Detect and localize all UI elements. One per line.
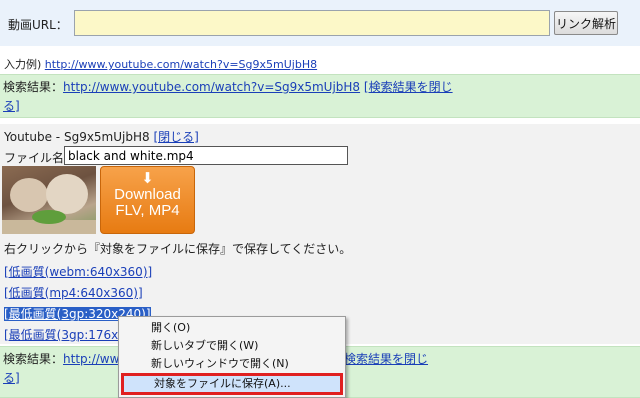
close-result-link[interactable]: 検索結果を閉じ xyxy=(344,350,428,369)
close-detail-link[interactable]: [閉じる] xyxy=(153,130,198,144)
quality-link-row: [最低画質(3gp:176x1 xyxy=(4,326,126,343)
context-menu: 開く(O) 新しいタブで開く(W) 新しいウィンドウで開く(N) 対象をファイル… xyxy=(118,316,346,398)
result-label: 検索結果： xyxy=(3,80,64,94)
url-bar: 動画URL： リンク解析 xyxy=(0,0,640,46)
download-label-1: Download xyxy=(114,186,181,203)
input-example: 入力例) http://www.youtube.com/watch?v=Sg9x… xyxy=(4,56,317,72)
quality-link-row: [低画質(webm:640x360)] xyxy=(4,263,152,280)
close-result-link-cont[interactable]: る] xyxy=(3,97,637,116)
search-result-1: 検索結果：http://www.youtube.com/watch?v=Sg9x… xyxy=(0,74,640,118)
video-id-line: Youtube - Sg9x5mUjbH8 [閉じる] xyxy=(4,128,199,145)
menu-item-open-new-window[interactable]: 新しいウィンドウで開く(N) xyxy=(151,356,289,372)
quality-link-mp4[interactable]: [低画質(mp4:640x360)] xyxy=(4,286,143,300)
video-detail-panel: Youtube - Sg9x5mUjbH8 [閉じる] ファイル名: ⬇ Dow… xyxy=(0,124,640,344)
filename-label: ファイル名: xyxy=(4,151,69,165)
quality-link-row: [低画質(mp4:640x360)] xyxy=(4,284,143,301)
save-hint: 右クリックから『対象をファイルに保存』で保存してください。 xyxy=(4,242,352,256)
video-thumbnail xyxy=(2,166,96,234)
menu-item-save-target[interactable]: 対象をファイルに保存(A)... xyxy=(121,373,343,395)
close-result-link[interactable]: [検索結果を閉じ xyxy=(364,80,453,94)
menu-item-open[interactable]: 開く(O) xyxy=(151,320,190,336)
url-label: 動画URL： xyxy=(8,18,68,32)
result-label: 検索結果： xyxy=(3,352,64,366)
download-arrow-icon: ⬇ xyxy=(141,170,154,187)
download-label-2: FLV, MP4 xyxy=(115,202,180,219)
result-url-link[interactable]: http://ww xyxy=(63,352,119,366)
filename-input[interactable] xyxy=(64,146,348,165)
result-url-link[interactable]: http://www.youtube.com/watch?v=Sg9x5mUjb… xyxy=(63,80,360,94)
url-input[interactable] xyxy=(74,10,550,36)
example-link[interactable]: http://www.youtube.com/watch?v=Sg9x5mUjb… xyxy=(45,58,317,71)
analyze-link-button[interactable]: リンク解析 xyxy=(554,11,618,35)
video-id-text: Youtube - Sg9x5mUjbH8 xyxy=(4,130,154,144)
example-label: 入力例) xyxy=(4,58,45,71)
menu-item-open-new-tab[interactable]: 新しいタブで開く(W) xyxy=(151,338,258,354)
download-button[interactable]: ⬇ Download FLV, MP4 xyxy=(100,166,195,234)
quality-link-webm[interactable]: [低画質(webm:640x360)] xyxy=(4,265,152,279)
quality-link-3gp-176[interactable]: [最低画質(3gp:176x1 xyxy=(4,328,126,342)
